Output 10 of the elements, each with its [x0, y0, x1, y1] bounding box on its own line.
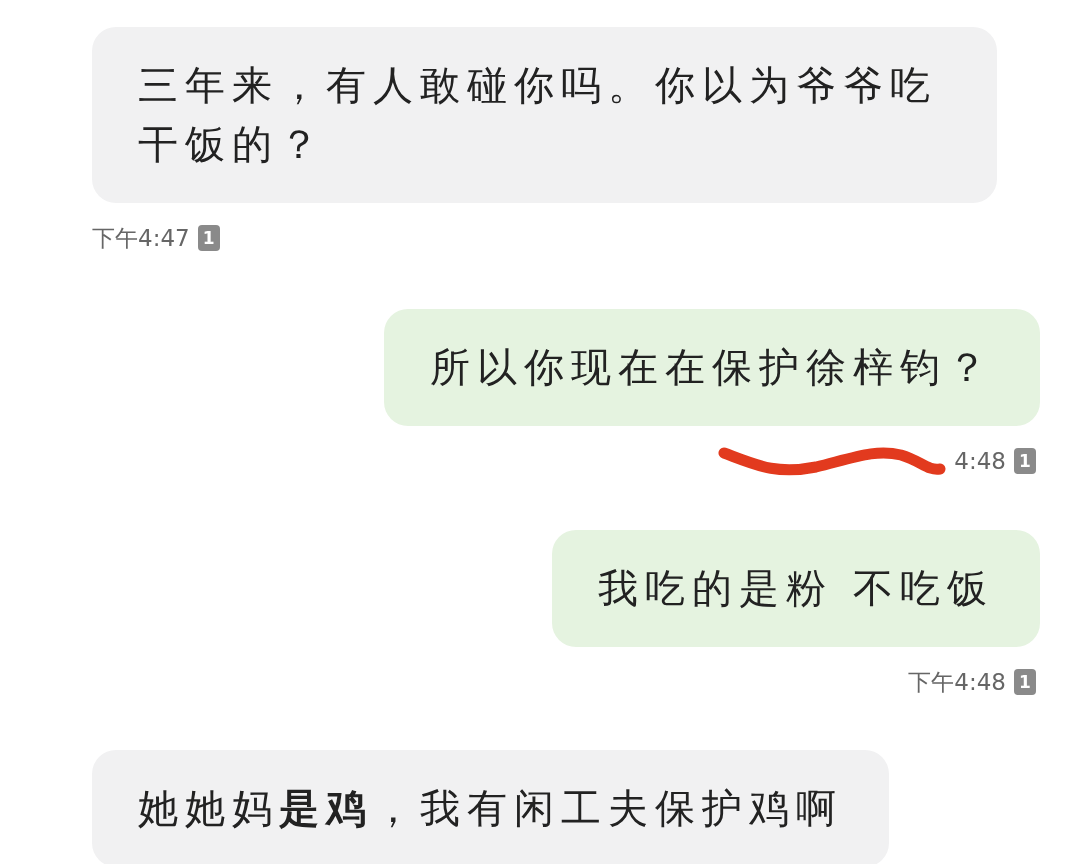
timestamp: 4:48 — [954, 446, 1006, 476]
message-bubble: 三年来，有人敢碰你吗。你以为爷爷吃干饭的？ — [92, 27, 997, 203]
read-count-badge: 1 — [1014, 448, 1036, 474]
timestamp: 下午4:48 — [908, 667, 1006, 697]
read-count-badge: 1 — [197, 225, 220, 251]
message-bubble: 她她妈是鸡，我有闲工夫保护鸡啊 — [92, 750, 889, 864]
message-bubble: 所以你现在在保护徐梓钧？ — [384, 309, 1040, 426]
read-count-badge: 1 — [1014, 669, 1036, 695]
timestamp: 下午4:47 — [92, 223, 190, 253]
message-bubble: 我吃的是粉 不吃饭 — [552, 530, 1040, 647]
